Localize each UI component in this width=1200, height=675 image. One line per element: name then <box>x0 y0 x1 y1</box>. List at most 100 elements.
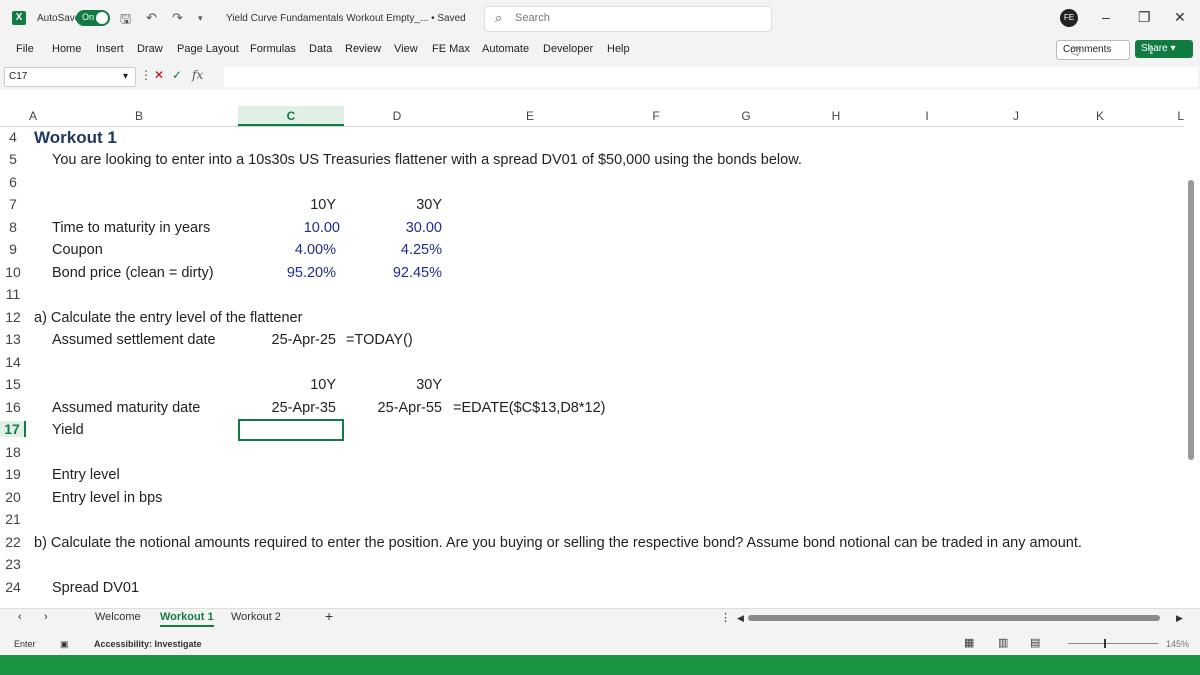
row-header[interactable]: 12 <box>0 309 26 325</box>
row-header[interactable]: 6 <box>0 174 26 190</box>
menu-review[interactable]: Review <box>345 43 381 55</box>
enter-icon[interactable]: ✓ <box>172 68 182 82</box>
entry-level-bps-label[interactable]: Entry level in bps <box>52 488 162 508</box>
row-header[interactable]: 16 <box>0 399 26 415</box>
macro-record-icon[interactable]: ▣ <box>60 639 69 650</box>
menu-draw[interactable]: Draw <box>137 43 163 55</box>
page-break-view-icon[interactable]: ▤ <box>1030 636 1040 649</box>
menu-formulas[interactable]: Formulas <box>250 43 296 55</box>
normal-view-icon[interactable]: ▦ <box>964 636 974 649</box>
customize-toolbar-icon[interactable]: ▾ <box>198 13 203 24</box>
row-header[interactable]: 7 <box>0 196 26 212</box>
row-header[interactable]: 5 <box>0 151 26 167</box>
zoom-slider-thumb[interactable] <box>1104 639 1106 648</box>
formula-input[interactable] <box>224 67 1198 87</box>
coupon-30y-value[interactable]: 4.25% <box>344 240 442 260</box>
question-b[interactable]: b) Calculate the notional amounts requir… <box>34 533 1082 553</box>
save-icon[interactable]: 🖫 <box>120 10 131 32</box>
settlement-formula[interactable]: =TODAY() <box>346 330 413 350</box>
row-header[interactable]: 13 <box>0 331 26 347</box>
row-header[interactable]: 19 <box>0 466 26 482</box>
col-header-g[interactable]: G <box>702 106 790 126</box>
tab-workout-2[interactable]: Workout 2 <box>231 611 281 623</box>
ttm-label[interactable]: Time to maturity in years <box>52 218 210 238</box>
redo-icon[interactable]: ↷ <box>172 10 183 26</box>
add-sheet-icon[interactable]: + <box>325 608 333 624</box>
maturity-formula[interactable]: =EDATE($C$13,D8*12) <box>453 398 605 418</box>
workout-title[interactable]: Workout 1 <box>34 128 117 148</box>
menu-insert[interactable]: Insert <box>96 43 124 55</box>
row-header[interactable]: 9 <box>0 241 26 257</box>
selected-cell-c17[interactable] <box>238 419 344 441</box>
ttm-30y-value[interactable]: 30.00 <box>344 218 442 238</box>
restore-icon[interactable]: ❐ <box>1138 9 1151 26</box>
maturity-30y-value[interactable]: 25-Apr-55 <box>344 398 442 418</box>
question-a[interactable]: a) Calculate the entry level of the flat… <box>34 308 302 328</box>
share-button[interactable]: ⇪ Share ▾ <box>1135 40 1193 58</box>
row-header[interactable]: 24 <box>0 579 26 595</box>
row-header[interactable]: 15 <box>0 376 26 392</box>
col-header-d[interactable]: D <box>344 106 450 126</box>
menu-automate[interactable]: Automate <box>482 43 529 55</box>
autosave-toggle[interactable]: On <box>76 10 110 26</box>
more-options-icon[interactable]: ⋮ <box>720 611 731 624</box>
zoom-level[interactable]: 145% <box>1166 639 1189 649</box>
coupon-label[interactable]: Coupon <box>52 240 103 260</box>
horizontal-scroll-thumb[interactable] <box>748 615 1160 621</box>
search-input[interactable] <box>513 11 757 25</box>
header-10y[interactable]: 10Y <box>238 195 336 215</box>
row-header[interactable]: 10 <box>0 264 26 280</box>
row-header[interactable]: 22 <box>0 534 26 550</box>
menu-data[interactable]: Data <box>309 43 332 55</box>
ttm-10y-value[interactable]: 10.00 <box>238 218 340 238</box>
row-header[interactable]: 4 <box>0 129 26 145</box>
document-title[interactable]: Yield Curve Fundamentals Workout Empty_.… <box>226 13 466 24</box>
col-header-f[interactable]: F <box>610 106 702 126</box>
next-sheet-icon[interactable]: › <box>44 611 48 623</box>
menu-view[interactable]: View <box>394 43 418 55</box>
spread-dv01-label[interactable]: Spread DV01 <box>52 578 139 598</box>
col-header-e[interactable]: E <box>450 106 610 126</box>
price-10y-value[interactable]: 95.20% <box>238 263 336 283</box>
menu-fe-max[interactable]: FE Max <box>432 43 470 55</box>
col-header-i[interactable]: I <box>882 106 972 126</box>
scroll-left-icon[interactable]: ◀ <box>737 613 744 624</box>
menu-page-layout[interactable]: Page Layout <box>177 43 239 55</box>
row-header[interactable]: 23 <box>0 556 26 572</box>
col-header-h[interactable]: H <box>790 106 882 126</box>
name-box[interactable]: C17 ▾ <box>4 67 136 87</box>
scroll-right-icon[interactable]: ▶ <box>1176 613 1183 624</box>
row-header[interactable]: 18 <box>0 444 26 460</box>
profile-avatar[interactable]: FE <box>1060 9 1078 27</box>
accessibility-status[interactable]: Accessibility: Investigate <box>94 639 202 649</box>
row-header[interactable]: 11 <box>0 286 26 302</box>
row-header[interactable]: 14 <box>0 354 26 370</box>
maturity-10y-value[interactable]: 25-Apr-35 <box>238 398 336 418</box>
col-header-k[interactable]: K <box>1060 106 1140 126</box>
price-30y-value[interactable]: 92.45% <box>344 263 442 283</box>
comments-button[interactable]: 🗨 Comments <box>1056 40 1130 60</box>
menu-help[interactable]: Help <box>607 43 630 55</box>
prev-sheet-icon[interactable]: ‹ <box>18 611 22 623</box>
coupon-10y-value[interactable]: 4.00% <box>238 240 336 260</box>
row-header-active[interactable]: 17 <box>0 421 26 437</box>
row-header[interactable]: 20 <box>0 489 26 505</box>
undo-icon[interactable]: ↶ <box>146 10 157 26</box>
page-layout-view-icon[interactable]: ▥ <box>998 636 1008 649</box>
col-header-a[interactable]: A <box>26 106 40 126</box>
insert-function-icon[interactable]: fx <box>192 68 203 82</box>
row-header[interactable]: 8 <box>0 219 26 235</box>
header2-10y[interactable]: 10Y <box>238 375 336 395</box>
tab-welcome[interactable]: Welcome <box>95 611 141 623</box>
yield-label[interactable]: Yield <box>52 420 84 440</box>
settlement-label[interactable]: Assumed settlement date <box>52 330 216 350</box>
row-header[interactable]: 21 <box>0 511 26 527</box>
minimize-icon[interactable]: – <box>1102 9 1110 25</box>
menu-developer[interactable]: Developer <box>543 43 593 55</box>
menu-home[interactable]: Home <box>52 43 81 55</box>
close-icon[interactable]: ✕ <box>1174 9 1186 26</box>
header-30y[interactable]: 30Y <box>344 195 442 215</box>
header2-30y[interactable]: 30Y <box>344 375 442 395</box>
price-label[interactable]: Bond price (clean = dirty) <box>52 263 214 283</box>
zoom-slider[interactable] <box>1068 643 1158 644</box>
